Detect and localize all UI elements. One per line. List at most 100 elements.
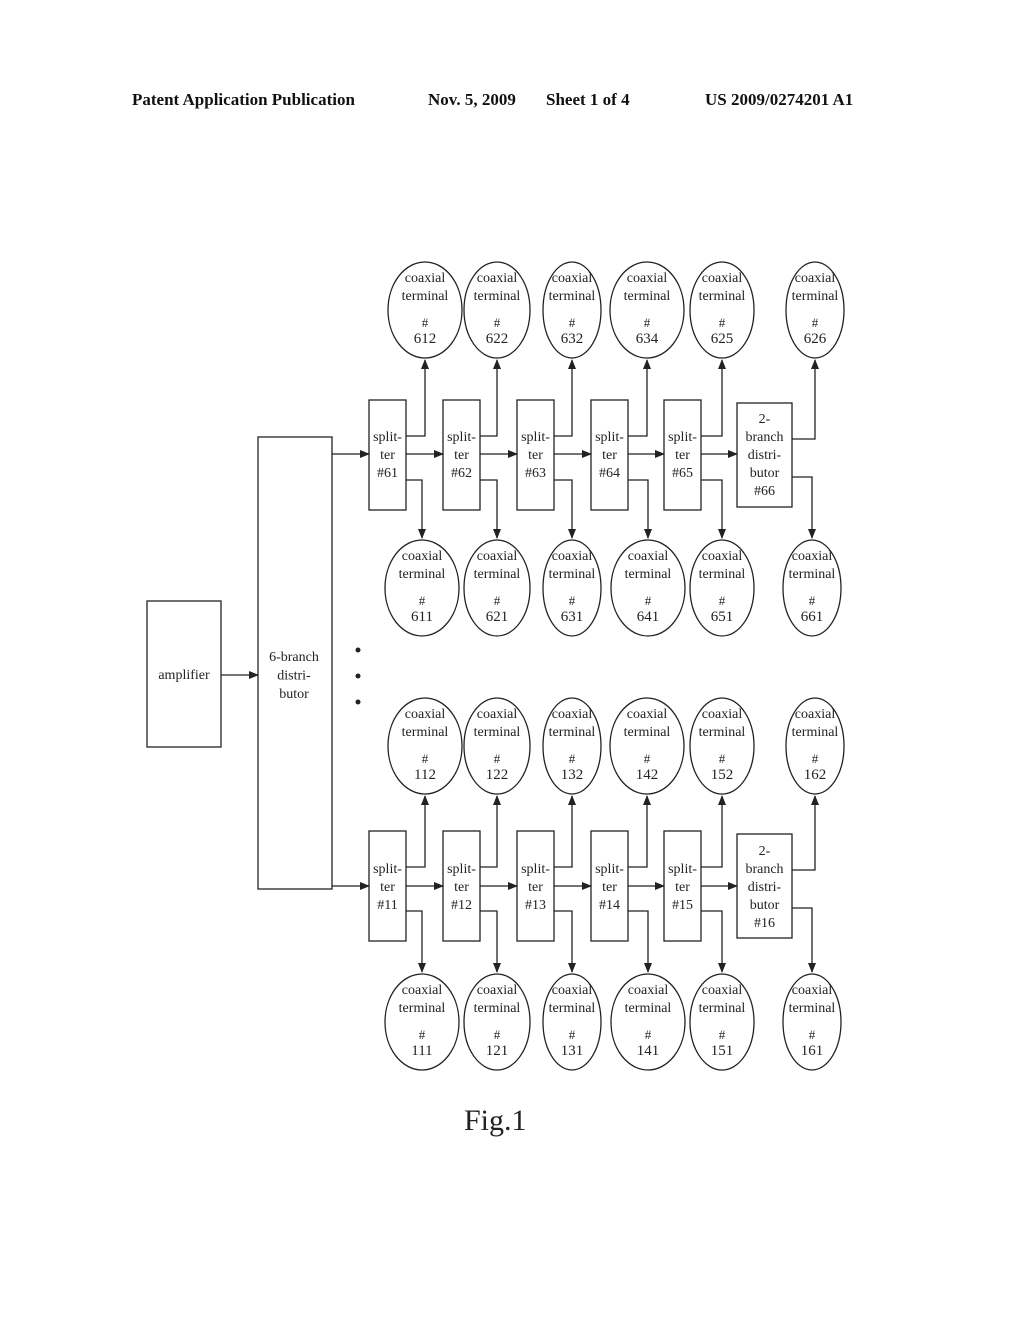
terminal-number: 111 [411, 1043, 432, 1059]
terminal-number: 141 [637, 1043, 660, 1059]
up-branch-arrow [554, 359, 576, 437]
distributor-label-line: distri- [277, 669, 311, 684]
splitter-label-line: ter [454, 880, 469, 895]
terminal-label-line2: terminal [625, 567, 672, 582]
splitter-label-line: ter [380, 448, 395, 463]
terminal-label-line2: terminal [399, 1001, 446, 1016]
terminal-label-line1: coaxial [795, 707, 836, 722]
coaxial-terminal-bottom: coaxial terminal #641 [610, 539, 686, 637]
terminal-number: 661 [801, 609, 824, 625]
splitter-label-line: #65 [672, 466, 693, 481]
splitter: split-ter #64 [590, 399, 629, 511]
down-branch-arrow [406, 479, 426, 539]
coaxial-terminal-top: coaxial terminal #142 [609, 697, 685, 795]
splitter-label-line: branch [745, 862, 783, 877]
splitter-label-line: #15 [672, 898, 693, 913]
terminal-number: 622 [486, 331, 509, 347]
terminal-hash: # [422, 315, 429, 330]
terminal-number: 121 [486, 1043, 509, 1059]
coaxial-terminal-top: coaxial terminal #632 [542, 261, 602, 359]
splitter: split-ter #63 [516, 399, 555, 511]
terminal-hash: # [812, 315, 819, 330]
splitter-label-line: #62 [451, 466, 472, 481]
splitter-label-line: ter [675, 448, 690, 463]
terminal-hash: # [419, 593, 426, 608]
terminal-label-line1: coaxial [477, 271, 518, 286]
up-branch-arrow [701, 795, 726, 868]
terminal-label-line1: coaxial [552, 549, 593, 564]
terminal-number: 161 [801, 1043, 824, 1059]
group-6: split-ter#61split-ter#62split-ter#63spli… [368, 261, 845, 637]
up-branch-arrow [792, 795, 819, 871]
terminal-hash: # [569, 315, 576, 330]
terminal-label-line2: terminal [402, 725, 449, 740]
down-branch-arrow [792, 476, 816, 539]
splitter-label-line: ter [454, 448, 469, 463]
terminal-label-line1: coaxial [628, 549, 669, 564]
down-branch-arrow [554, 479, 576, 539]
coaxial-terminal-top: coaxial terminal #132 [542, 697, 602, 795]
coaxial-terminal-bottom: coaxial terminal #161 [782, 973, 842, 1071]
coaxial-terminal-bottom: coaxial terminal #661 [782, 539, 842, 637]
splitter-label-line: #64 [599, 466, 620, 481]
terminal-number: 611 [411, 609, 433, 625]
terminal-label-line2: terminal [792, 725, 839, 740]
splitter-label-line: butor [750, 898, 780, 913]
terminal-hash: # [719, 593, 726, 608]
splitter-label-line: #61 [377, 466, 398, 481]
splitter-label-line: distri- [748, 448, 782, 463]
terminal-hash: # [569, 593, 576, 608]
terminal-hash: # [809, 593, 816, 608]
up-branch-arrow [628, 359, 651, 437]
terminal-number: 621 [486, 609, 509, 625]
terminal-hash: # [719, 751, 726, 766]
terminal-hash: # [569, 1027, 576, 1042]
coaxial-terminal-bottom: coaxial terminal #111 [384, 973, 460, 1071]
splitter-label-line: split- [447, 862, 476, 877]
terminal-label-line1: coaxial [627, 271, 668, 286]
terminal-label-line2: terminal [549, 725, 596, 740]
up-branch-arrow [480, 359, 501, 437]
down-branch-arrow [480, 479, 501, 539]
splitter: split-ter #61 [368, 399, 407, 511]
coaxial-terminal-bottom: coaxial terminal #631 [542, 539, 602, 637]
terminal-hash: # [494, 751, 501, 766]
splitter: split-ter #13 [516, 830, 555, 942]
coaxial-terminal-top: coaxial terminal #122 [463, 697, 531, 795]
splitter-label-line: split- [595, 862, 624, 877]
splitter-label-line: 2- [759, 844, 771, 859]
six-branch-distributor: 6-branch distri-butor [257, 436, 333, 890]
splitter-label-line: split- [373, 862, 402, 877]
figure-label: Fig.1 [464, 1104, 527, 1137]
terminal-number: 132 [561, 767, 584, 783]
coaxial-terminal-top: coaxial terminal #626 [785, 261, 845, 359]
terminal-number: 151 [711, 1043, 734, 1059]
terminal-label-line1: coaxial [405, 707, 446, 722]
splitter: split-ter #65 [663, 399, 702, 511]
splitter-label-line: #12 [451, 898, 472, 913]
splitter-label-line: ter [602, 880, 617, 895]
ellipsis-dot [355, 699, 361, 705]
coaxial-terminal-top: coaxial terminal #622 [463, 261, 531, 359]
splitter-label-line: #63 [525, 466, 546, 481]
two-branch-distributor: 2- branch distri-butor #16 [736, 833, 793, 939]
coaxial-terminal-top: coaxial terminal #152 [689, 697, 755, 795]
terminal-hash: # [422, 751, 429, 766]
terminal-hash: # [645, 1027, 652, 1042]
terminal-hash: # [419, 1027, 426, 1042]
up-branch-arrow [406, 359, 429, 437]
terminal-label-line2: terminal [624, 725, 671, 740]
terminal-label-line2: terminal [474, 1001, 521, 1016]
up-branch-arrow [792, 359, 819, 440]
terminal-number: 122 [486, 767, 509, 783]
coaxial-terminal-top: coaxial terminal #612 [387, 261, 463, 359]
terminal-label-line1: coaxial [477, 549, 518, 564]
terminal-hash: # [569, 751, 576, 766]
splitter-label-line: ter [675, 880, 690, 895]
down-branch-arrow [792, 907, 816, 973]
terminal-label-line1: coaxial [702, 707, 743, 722]
coaxial-terminal-bottom: coaxial terminal #121 [463, 973, 531, 1071]
ellipsis-dot [355, 673, 361, 679]
terminal-label-line1: coaxial [702, 983, 743, 998]
down-branch-arrow [406, 910, 426, 973]
